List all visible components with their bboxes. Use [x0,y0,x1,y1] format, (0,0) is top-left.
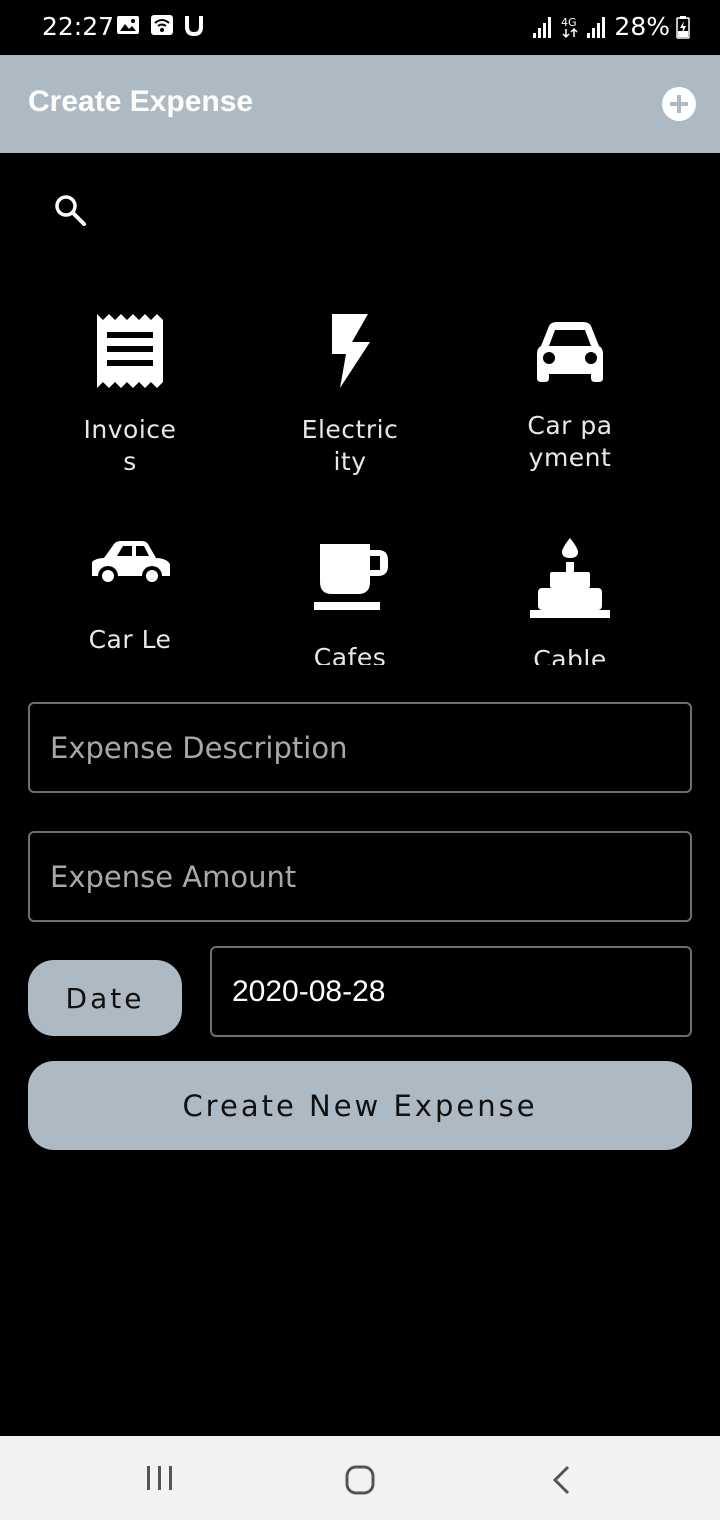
car-side-icon [92,541,170,586]
category-label: Electricity [301,415,399,476]
category-electricity[interactable]: Electricity [240,314,460,478]
category-car-payment[interactable]: Car payment [460,322,680,474]
app-bar: Create Expense [0,55,720,153]
svg-text:4G: 4G [561,16,577,29]
home-icon[interactable] [344,1464,376,1496]
wifi-calling-icon [151,15,173,35]
status-bar: 22:27 4G 28% [0,0,720,55]
category-label: Cafes [313,643,387,665]
battery-percent: 28% [614,12,670,41]
search-icon[interactable] [52,192,88,228]
date-field[interactable]: 2020-08-28 [210,946,692,1037]
date-value: 2020-08-28 [232,974,386,1008]
receipt-icon [97,314,163,388]
category-cable[interactable]: Cable [460,538,680,665]
category-label: Cable [533,645,607,665]
amount-placeholder: Expense Amount [50,859,297,894]
status-right: 4G 28% [532,12,690,41]
recents-icon[interactable] [144,1464,176,1492]
expense-amount-input[interactable]: Expense Amount [28,831,692,922]
category-cafes[interactable]: Cafes [240,544,460,665]
category-invoices[interactable]: Invoices [20,314,240,478]
navigation-bar [0,1436,720,1520]
description-placeholder: Expense Description [50,730,348,765]
signal-icon [587,16,606,38]
category-label: Car Le [88,625,172,654]
bolt-icon [332,314,370,388]
category-label: Invoices [83,415,177,476]
image-icon [117,16,139,34]
car-front-icon [537,322,603,382]
expense-description-input[interactable]: Expense Description [28,702,692,793]
create-new-expense-button[interactable]: Create New Expense [28,1061,692,1150]
coffee-cup-icon [314,544,388,610]
u-icon [185,16,203,36]
back-icon[interactable] [550,1464,574,1496]
date-button[interactable]: Date [28,960,182,1036]
status-left-icons [116,14,204,36]
create-button-label: Create New Expense [182,1088,538,1123]
4g-icon: 4G [561,16,578,38]
category-label: Car payment [527,411,613,472]
add-circle-icon[interactable] [662,87,696,121]
cake-icon [530,538,610,618]
category-car-le[interactable]: Car Le [20,540,240,656]
page-title: Create Expense [28,85,254,118]
battery-charging-icon [676,15,690,39]
category-grid: Invoices Electricity Car payment Car Le [20,300,680,665]
status-time: 22:27 [42,12,115,41]
date-button-label: Date [65,981,145,1015]
signal-icon [533,16,552,38]
